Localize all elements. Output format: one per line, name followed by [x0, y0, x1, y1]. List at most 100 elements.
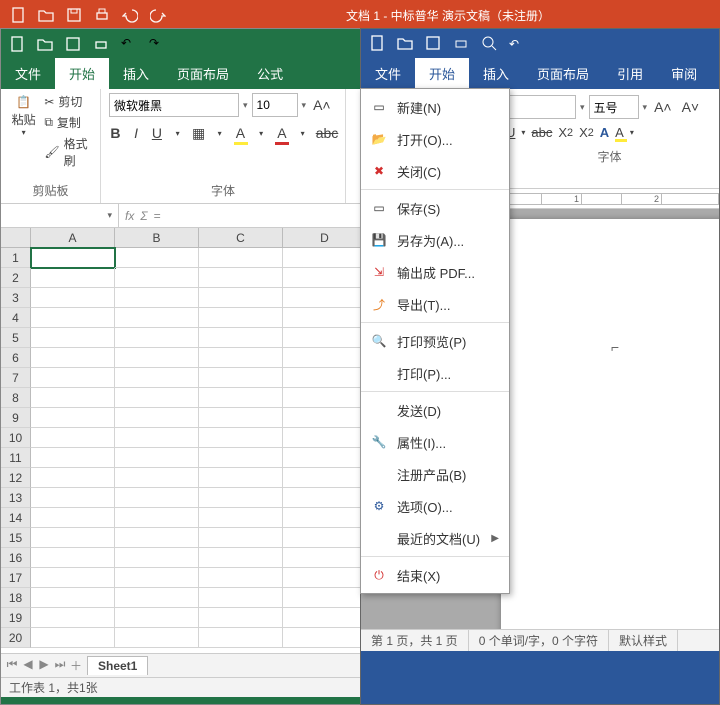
subscript-button[interactable]: X2 — [579, 125, 594, 140]
preview-icon[interactable] — [481, 35, 497, 54]
cell[interactable] — [199, 308, 283, 328]
cell[interactable] — [199, 288, 283, 308]
style-status[interactable]: 默认样式 — [609, 630, 678, 651]
tab-ref[interactable]: 引用 — [603, 58, 657, 89]
chevron-down-icon[interactable]: ▾ — [296, 123, 309, 143]
open-icon[interactable] — [397, 35, 413, 54]
cell[interactable] — [199, 408, 283, 428]
tab-home[interactable]: 开始 — [415, 58, 469, 89]
cell[interactable] — [199, 568, 283, 588]
cell[interactable] — [283, 488, 367, 508]
menu-new[interactable]: ▭新建(N) — [361, 91, 509, 123]
sum-icon[interactable]: Σ — [140, 209, 147, 223]
row-header[interactable]: 17 — [1, 568, 31, 588]
col-header[interactable]: C — [199, 228, 283, 247]
new-icon[interactable] — [10, 7, 26, 23]
row-header[interactable]: 8 — [1, 388, 31, 408]
cell[interactable] — [115, 328, 199, 348]
cell[interactable] — [115, 568, 199, 588]
col-header[interactable]: D — [283, 228, 367, 247]
cell[interactable] — [283, 288, 367, 308]
cell[interactable] — [199, 328, 283, 348]
menu-open[interactable]: 📂打开(O)... — [361, 123, 509, 155]
cell[interactable] — [31, 468, 115, 488]
font-size-select[interactable] — [589, 95, 639, 119]
cell[interactable] — [115, 508, 199, 528]
cell[interactable] — [115, 528, 199, 548]
highlight-button[interactable]: A — [615, 125, 624, 140]
tab-review[interactable]: 审阅 — [657, 58, 711, 89]
row-header[interactable]: 15 — [1, 528, 31, 548]
cell[interactable] — [199, 488, 283, 508]
cell[interactable] — [31, 448, 115, 468]
cell[interactable] — [31, 428, 115, 448]
cell[interactable] — [115, 288, 199, 308]
strikethrough-button[interactable]: abc — [531, 125, 552, 140]
new-icon[interactable] — [369, 35, 385, 54]
cell[interactable] — [283, 328, 367, 348]
menu-print[interactable]: 打印(P)... — [361, 357, 509, 389]
cell[interactable] — [115, 408, 199, 428]
undo-icon[interactable]: ↶ — [121, 36, 137, 52]
row-header[interactable]: 12 — [1, 468, 31, 488]
row-header[interactable]: 10 — [1, 428, 31, 448]
cell[interactable] — [31, 608, 115, 628]
row-header[interactable]: 5 — [1, 328, 31, 348]
row-header[interactable]: 4 — [1, 308, 31, 328]
cell[interactable] — [115, 548, 199, 568]
cell[interactable] — [31, 388, 115, 408]
menu-print-preview[interactable]: 🔍打印预览(P) — [361, 325, 509, 357]
print-icon[interactable] — [453, 35, 469, 54]
font-size-select[interactable] — [252, 93, 298, 117]
font-name-select[interactable] — [506, 95, 576, 119]
cell[interactable] — [115, 308, 199, 328]
cell[interactable] — [115, 468, 199, 488]
row-header[interactable]: 3 — [1, 288, 31, 308]
font-name-select[interactable] — [109, 93, 239, 117]
cell[interactable] — [199, 428, 283, 448]
cell[interactable] — [283, 348, 367, 368]
text-effects-button[interactable]: A — [600, 125, 609, 140]
row-header[interactable]: 14 — [1, 508, 31, 528]
italic-button[interactable]: I — [130, 123, 143, 143]
chevron-down-icon[interactable]: ▾ — [213, 123, 226, 143]
menu-close[interactable]: ✖关闭(C) — [361, 155, 509, 187]
row-header[interactable]: 18 — [1, 588, 31, 608]
sheet-tab[interactable]: Sheet1 — [87, 656, 148, 675]
cell[interactable] — [31, 288, 115, 308]
row-header[interactable]: 9 — [1, 408, 31, 428]
paste-button[interactable]: 📋 粘贴 ▾ — [9, 93, 38, 169]
underline-button[interactable]: U — [151, 123, 164, 143]
next-sheet-icon[interactable]: ▶ — [37, 657, 51, 674]
bold-button[interactable]: B — [109, 123, 122, 143]
cut-button[interactable]: ✂剪切 — [44, 93, 92, 110]
tab-insert[interactable]: 插入 — [109, 58, 163, 89]
equals-icon[interactable]: = — [154, 209, 161, 223]
open-icon[interactable] — [37, 36, 53, 52]
cell[interactable] — [283, 448, 367, 468]
row-header[interactable]: 16 — [1, 548, 31, 568]
cell[interactable] — [199, 348, 283, 368]
cell[interactable] — [31, 408, 115, 428]
cell[interactable] — [115, 428, 199, 448]
cell[interactable] — [31, 508, 115, 528]
cell[interactable] — [283, 588, 367, 608]
open-icon[interactable] — [38, 7, 54, 23]
undo-icon[interactable]: ↶ — [509, 37, 519, 51]
format-painter-button[interactable]: 🖌格式刷 — [44, 135, 92, 169]
cell[interactable] — [199, 368, 283, 388]
cell[interactable] — [115, 368, 199, 388]
cell[interactable] — [115, 588, 199, 608]
save-icon[interactable] — [425, 35, 441, 54]
cell[interactable] — [115, 628, 199, 648]
cell[interactable] — [283, 468, 367, 488]
cell[interactable] — [31, 628, 115, 648]
cell[interactable] — [115, 488, 199, 508]
cell[interactable] — [283, 408, 367, 428]
cell[interactable] — [199, 528, 283, 548]
cell[interactable] — [199, 248, 283, 268]
word-count-status[interactable]: 0 个单词/字，0 个字符 — [469, 630, 609, 651]
cell[interactable] — [283, 548, 367, 568]
cell[interactable] — [199, 388, 283, 408]
cell[interactable] — [283, 268, 367, 288]
